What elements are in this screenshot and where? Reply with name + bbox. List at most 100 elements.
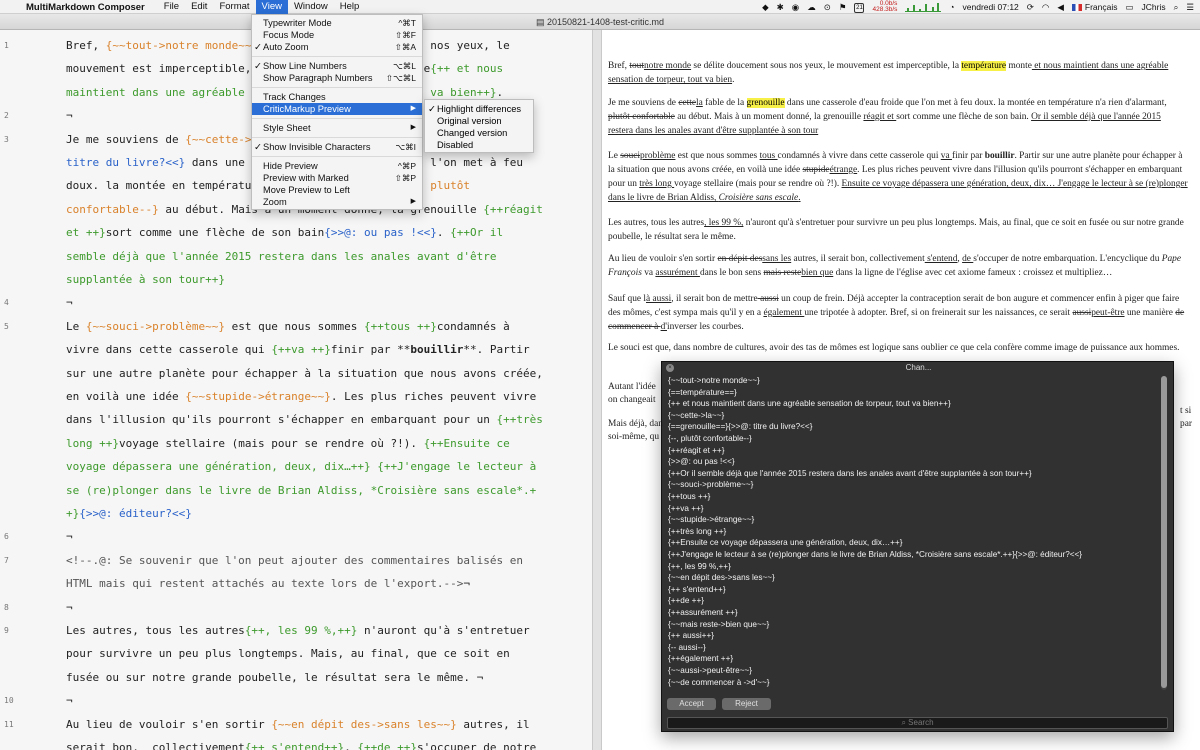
calendar-icon[interactable]: 21 [854,1,865,13]
changes-scrollbar[interactable] [1161,376,1167,690]
menu-window[interactable]: Window [288,0,334,14]
view-menu-item[interactable]: Zoom ▶ [252,196,422,208]
spotlight-icon[interactable]: ⌕ [1174,2,1179,13]
app-name-menu[interactable]: MultiMarkdown Composer [26,2,145,13]
change-item[interactable]: {++assurément ++} [668,607,738,618]
criticmarkup-option[interactable]: Disabled [425,139,533,151]
editor-line[interactable]: long ++}voyage stellaire (mais pour se r… [66,437,510,450]
sync-icon[interactable]: ⟳ [1027,2,1034,13]
volume-icon[interactable]: ◀ [1057,2,1064,13]
editor-line[interactable]: Au lieu de vouloir s'en sortir {~~en dép… [66,718,530,731]
menu-help[interactable]: Help [334,0,366,14]
change-item[interactable]: {++réagit et ++} [668,445,724,456]
view-menu-item[interactable]: Show Paragraph Numbers ⇧⌥⌘L [252,72,422,84]
view-menu-item[interactable]: ✓ Auto Zoom ⇧⌘A [252,41,422,53]
editor-line[interactable]: Le {~~souci->problème~~} est que nous so… [66,320,510,333]
view-menu-item[interactable]: Hide Preview ^⌘P [252,160,422,172]
editor-line[interactable]: supplantée à son tour++} [66,273,225,286]
user-menu[interactable]: JChris [1142,2,1166,12]
change-item[interactable]: {==température==} [668,387,737,398]
change-item[interactable]: {++ aussi++} [668,630,714,641]
editor-line[interactable]: ¬ [66,530,73,543]
clock-text[interactable]: vendredi 07:12 [963,2,1019,12]
change-item[interactable]: {++de ++} [668,595,704,606]
editor-line[interactable]: vivre dans cette casserole qui {++va ++}… [66,343,530,356]
menu-edit[interactable]: Edit [185,0,213,14]
change-item[interactable]: {~~mais reste->bien que~~} [668,619,769,630]
editor-line[interactable]: ¬ [66,601,73,614]
flag-icon[interactable]: ⚑ [839,2,847,13]
editor-line[interactable]: <!--.@: Se souvenir que l'on peut ajoute… [66,554,523,567]
change-item[interactable]: {++ s'entend++} [668,584,726,595]
criticmarkup-option[interactable]: ✓ Highlight differences [425,103,533,115]
change-item[interactable]: {++, les 99 %,++} [668,561,731,572]
editor-line[interactable]: ¬ [66,694,73,707]
change-item[interactable]: {~~cette->la~~} [668,410,724,421]
editor-line[interactable]: voyage dépassera une génération, deux, d… [66,460,536,473]
menu-format[interactable]: Format [213,0,255,14]
view-menu-item[interactable]: Typewriter Mode ^⌘T [252,17,422,29]
search-status-icon[interactable]: ⊙ [824,2,831,13]
editor-line[interactable]: ¬ [66,109,73,122]
criticmarkup-option[interactable]: Changed version [425,127,533,139]
change-item[interactable]: {~~en dépit des->sans les~~} [668,572,775,583]
change-item[interactable]: {~~souci->problème~~} [668,479,753,490]
battery-icon[interactable]: ▭ [1125,2,1133,13]
editor-line[interactable]: Les autres, tous les autres{++, les 99 %… [66,624,530,637]
editor-line[interactable]: sur une autre planète pour échapper à la… [66,367,543,380]
bluetooth-icon[interactable]: ✱ [777,2,784,13]
wifi-icon[interactable]: ◠ [1042,2,1049,13]
change-item[interactable]: {~~aussi->peut-être~~} [668,665,752,676]
accept-button[interactable]: Accept [667,698,716,710]
view-menu-item[interactable]: CriticMarkup Preview ▶ [252,103,422,115]
scrollbar-thumb[interactable] [1161,376,1167,688]
change-item[interactable]: {++Ensuite ce voyage dépassera une génér… [668,537,902,548]
change-item[interactable]: {-- aussi--} [668,642,706,653]
editor-line[interactable]: fusée ou sur notre grande poubelle, le r… [66,671,483,684]
split-divider[interactable] [592,30,602,750]
menu-file[interactable]: File [158,0,185,14]
notification-center-icon[interactable]: ☰ [1186,2,1194,13]
changes-list[interactable]: {~~tout->notre monde~~} {==température==}… [668,375,1166,691]
change-item[interactable]: {++Or il semble déjà que l'année 2015 re… [668,468,1032,479]
editor-line[interactable]: en voilà une idée {~~stupide->étrange~~}… [66,390,536,403]
search-input[interactable]: ⌕ Search [667,717,1168,729]
change-item[interactable]: {++également ++} [668,653,733,664]
language-menu[interactable]: Français [1071,2,1117,12]
editor-line[interactable]: serait bon, collectivement{++ s'entend++… [66,741,536,750]
change-item[interactable]: {~~de commencer à ->d'~~} [668,677,769,688]
view-menu-item[interactable]: Move Preview to Left [252,184,422,196]
preview-text-run: Le [608,151,621,161]
change-item[interactable]: {++J'engage le lecteur à se (re)plonger … [668,549,1082,560]
change-item[interactable]: {++tous ++} [668,491,710,502]
reject-button[interactable]: Reject [722,698,771,710]
dial-icon[interactable]: ◔ [949,2,954,12]
change-item[interactable]: {==grenouille==}{>>@: titre du livre?<<} [668,421,812,432]
cloud-icon[interactable]: ☁ [807,2,816,13]
eye-icon[interactable]: ◉ [792,2,799,13]
change-item[interactable]: {~~stupide->étrange~~} [668,514,754,525]
editor-line[interactable]: pour survivre un peu plus longtemps. Mai… [66,647,510,660]
change-item[interactable]: {++va ++} [668,503,704,514]
editor-line[interactable]: +}{>>@: éditeur?<<} [66,507,192,520]
view-menu-item[interactable]: ✓ Show Line Numbers ⌥⌘L [252,60,422,72]
view-menu-item[interactable]: Preview with Marked ⇧⌘P [252,172,422,184]
editor-line[interactable]: se (re)plonger dans le livre de Brian Al… [66,484,536,497]
criticmarkup-option[interactable]: Original version [425,115,533,127]
change-item[interactable]: {--, plutôt confortable--} [668,433,752,444]
change-item[interactable]: {>>@: ou pas !<<} [668,456,735,467]
editor-line[interactable]: ¬ [66,296,73,309]
view-menu-item[interactable]: Focus Mode ⇧⌘F [252,29,422,41]
view-menu-item[interactable]: ✓ Show Invisible Characters ⌥⌘I [252,141,422,153]
change-item[interactable]: {~~tout->notre monde~~} [668,375,760,386]
editor-line[interactable]: semble déjà que l'année 2015 restera dan… [66,250,496,263]
change-item[interactable]: {++très long ++} [668,526,726,537]
editor-line[interactable]: et ++}sort comme une flèche de son bain{… [66,226,503,239]
menu-view[interactable]: View [255,0,288,14]
editor-line[interactable]: HTML mais qui restent attachés au texte … [66,577,470,590]
change-item[interactable]: {++ et nous maintient dans une agréable … [668,398,951,409]
view-menu-item[interactable]: Track Changes [252,91,422,103]
editor-line[interactable]: dans l'illusion qu'ils pourront s'échapp… [66,413,543,426]
dropbox-icon[interactable]: ◆ [762,2,769,13]
view-menu-item[interactable]: Style Sheet ▶ [252,122,422,134]
